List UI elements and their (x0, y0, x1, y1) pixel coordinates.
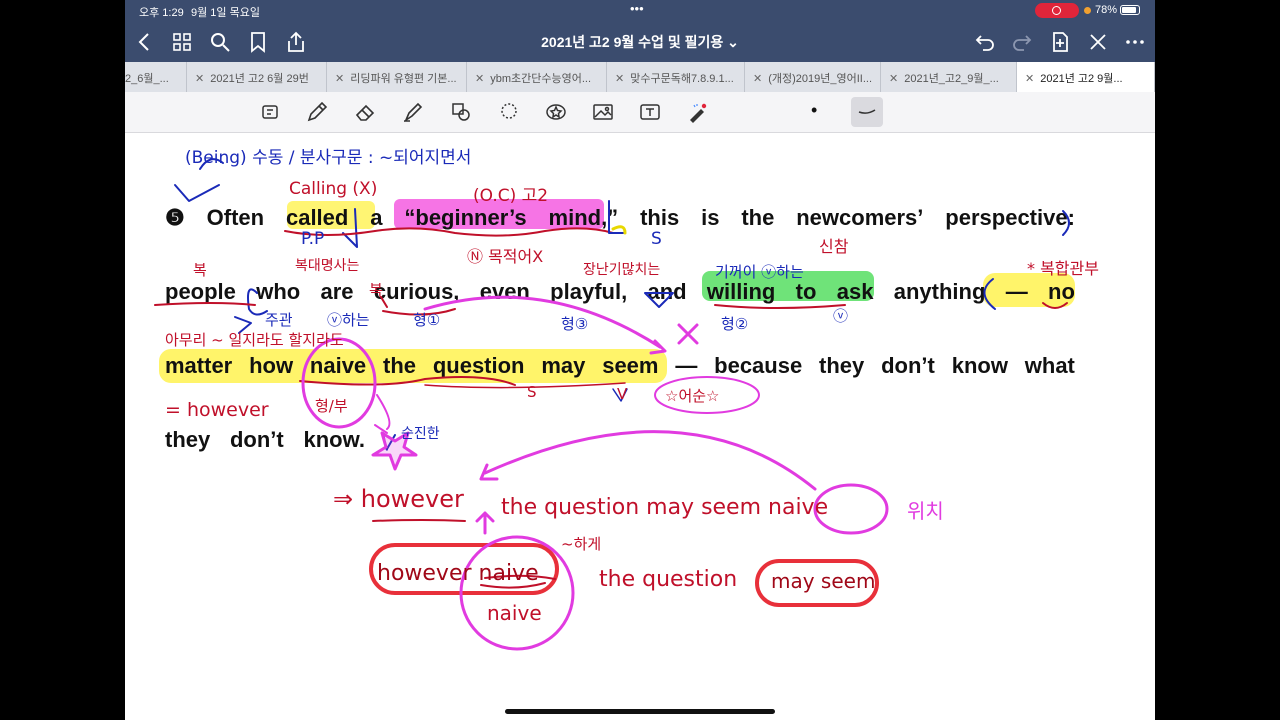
tab-document[interactable]: ✕ ybm초간단수능영어... (467, 62, 607, 92)
tab-close-icon[interactable]: ✕ (889, 73, 898, 85)
annotation-verb-small: V (617, 385, 628, 403)
tab-close-icon[interactable]: ✕ (753, 73, 762, 85)
annotation-buk-2: 복 (369, 281, 383, 299)
annotation-kigeoi: 기꺼이 ⓥ하는 (715, 263, 804, 281)
text-icon[interactable] (638, 100, 662, 124)
annotation-hyeong1: 형① (413, 311, 441, 329)
home-indicator[interactable] (505, 709, 775, 714)
ipad-screen: 오후 1:29 9월 1일 목요일 ••• 78% 2021년 고2 9월 수업… (125, 0, 1155, 720)
annotation-calling: Calling (X) (289, 179, 378, 199)
annotation-juhwan: 주관 (265, 311, 293, 329)
note-page[interactable]: ❺ Often called a “beginner’s mind,” this… (125, 133, 1155, 703)
annotation-arrow-however: ⇒ however (333, 485, 464, 513)
tab-document[interactable]: ✕ 맞수구문독해7.8.9.1... (607, 62, 745, 92)
annotation-wichi: 위치 (907, 499, 944, 523)
battery-icon (1120, 5, 1140, 15)
annotation-vhaneun: ⓥ하는 (327, 311, 370, 329)
highlighter-icon[interactable] (401, 100, 425, 124)
lasso-select-icon[interactable] (497, 100, 521, 124)
annotation-sunjinhan: 순진한 (401, 426, 440, 442)
annotation-the-question: the question (599, 567, 738, 592)
record-icon (1052, 6, 1061, 15)
tab-close-icon[interactable]: ✕ (335, 73, 344, 85)
status-bar: 오후 1:29 9월 1일 목요일 ••• 78% (125, 0, 1155, 22)
drawing-toolbar: • (125, 92, 1155, 133)
redo-icon[interactable] (1010, 30, 1034, 54)
tab-document[interactable]: ✕ 2021년 고2 6월 29번 (187, 62, 327, 92)
annotation-naive-bottom: naive (487, 601, 542, 625)
annotation-oc: (O.C) 고2 (473, 186, 549, 206)
nav-bar: 2021년 고2 9월 수업 및 필기용 ⌄ (125, 22, 1155, 62)
multitask-dots[interactable]: ••• (630, 1, 644, 16)
recording-indicator[interactable] (1035, 3, 1079, 18)
more-icon[interactable] (1123, 30, 1147, 54)
image-icon[interactable] (591, 100, 615, 124)
ink-strokes (154, 158, 1070, 651)
annotation-being: (Being) 수동 / 분사구문 : ~되어지면서 (185, 148, 472, 168)
eraser-icon[interactable] (353, 100, 377, 124)
annotation-however-eq: = however (165, 399, 269, 421)
lasso-icon[interactable] (258, 100, 282, 124)
annotation-word-order: ☆어순☆ (665, 387, 720, 405)
annotation-subject-small: S (527, 383, 537, 401)
annotation-hage: ~하게 (561, 535, 602, 553)
tab-document[interactable]: ✕ 리딩파워 유형편 기본... (327, 62, 467, 92)
mic-indicator-icon (1084, 7, 1091, 14)
annotation-jangnan: 장난기많치는 (583, 262, 661, 278)
annotation-hyeongbu: 형/부 (315, 397, 348, 415)
tab-document[interactable]: 2_6월_... (125, 62, 187, 92)
annotation-pp: P.P (301, 229, 325, 249)
tab-close-icon[interactable]: ✕ (615, 73, 624, 85)
pen-icon[interactable] (305, 100, 329, 124)
status-time: 오후 1:29 (139, 7, 184, 19)
tab-document[interactable]: ✕ 2021년_고2_9월_... (881, 62, 1017, 92)
annotation-no-object: Ⓝ 목적어X (467, 247, 544, 266)
add-page-icon[interactable] (1048, 30, 1072, 54)
tab-document-active[interactable]: ✕ 2021년 고2 9월... (1017, 62, 1155, 92)
annotation-hyeong2: 형② (721, 315, 749, 333)
pen-stroke-preview[interactable] (851, 97, 883, 127)
tab-close-icon[interactable]: ✕ (195, 73, 204, 85)
annotation-shinchak: 신참 (819, 237, 849, 256)
sticker-icon[interactable] (544, 100, 568, 124)
annotation-bokdae: 복대명사는 (295, 258, 360, 274)
annotation-v-circle: ⓥ (833, 307, 849, 325)
annotation-bokhap: * 복합관부 (1027, 259, 1099, 278)
annotation-question-seem-naive: the question may seem naive (501, 495, 829, 520)
annotation-hyeong3: 형③ (561, 315, 589, 333)
document-title[interactable]: 2021년 고2 9월 수업 및 필기용 ⌄ (125, 32, 1155, 52)
annotation-amuri: 아무리 ~ 일지라도 할지라도 (165, 331, 344, 349)
pen-size-dot[interactable]: • (811, 100, 817, 121)
annotation-however-naive: however naive (377, 561, 539, 586)
chevron-down-icon: ⌄ (727, 34, 739, 50)
battery-percent: 78% (1095, 4, 1118, 16)
document-tabs: 2_6월_... ✕ 2021년 고2 6월 29번 ✕ 리딩파워 유형편 기본..… (125, 62, 1155, 93)
laser-icon[interactable] (685, 100, 709, 124)
shapes-icon[interactable] (449, 100, 473, 124)
annotation-may-seem: may seem (771, 569, 876, 593)
close-icon[interactable] (1086, 30, 1110, 54)
tab-close-icon[interactable]: ✕ (475, 73, 484, 85)
undo-icon[interactable] (973, 30, 997, 54)
status-date: 9월 1일 목요일 (191, 7, 260, 19)
annotation-buk: 복 (193, 261, 207, 279)
tab-close-icon[interactable]: ✕ (1025, 73, 1034, 85)
annotation-subject: S (651, 229, 662, 249)
tab-document[interactable]: ✕ (개정)2019년_영어II... (745, 62, 881, 92)
